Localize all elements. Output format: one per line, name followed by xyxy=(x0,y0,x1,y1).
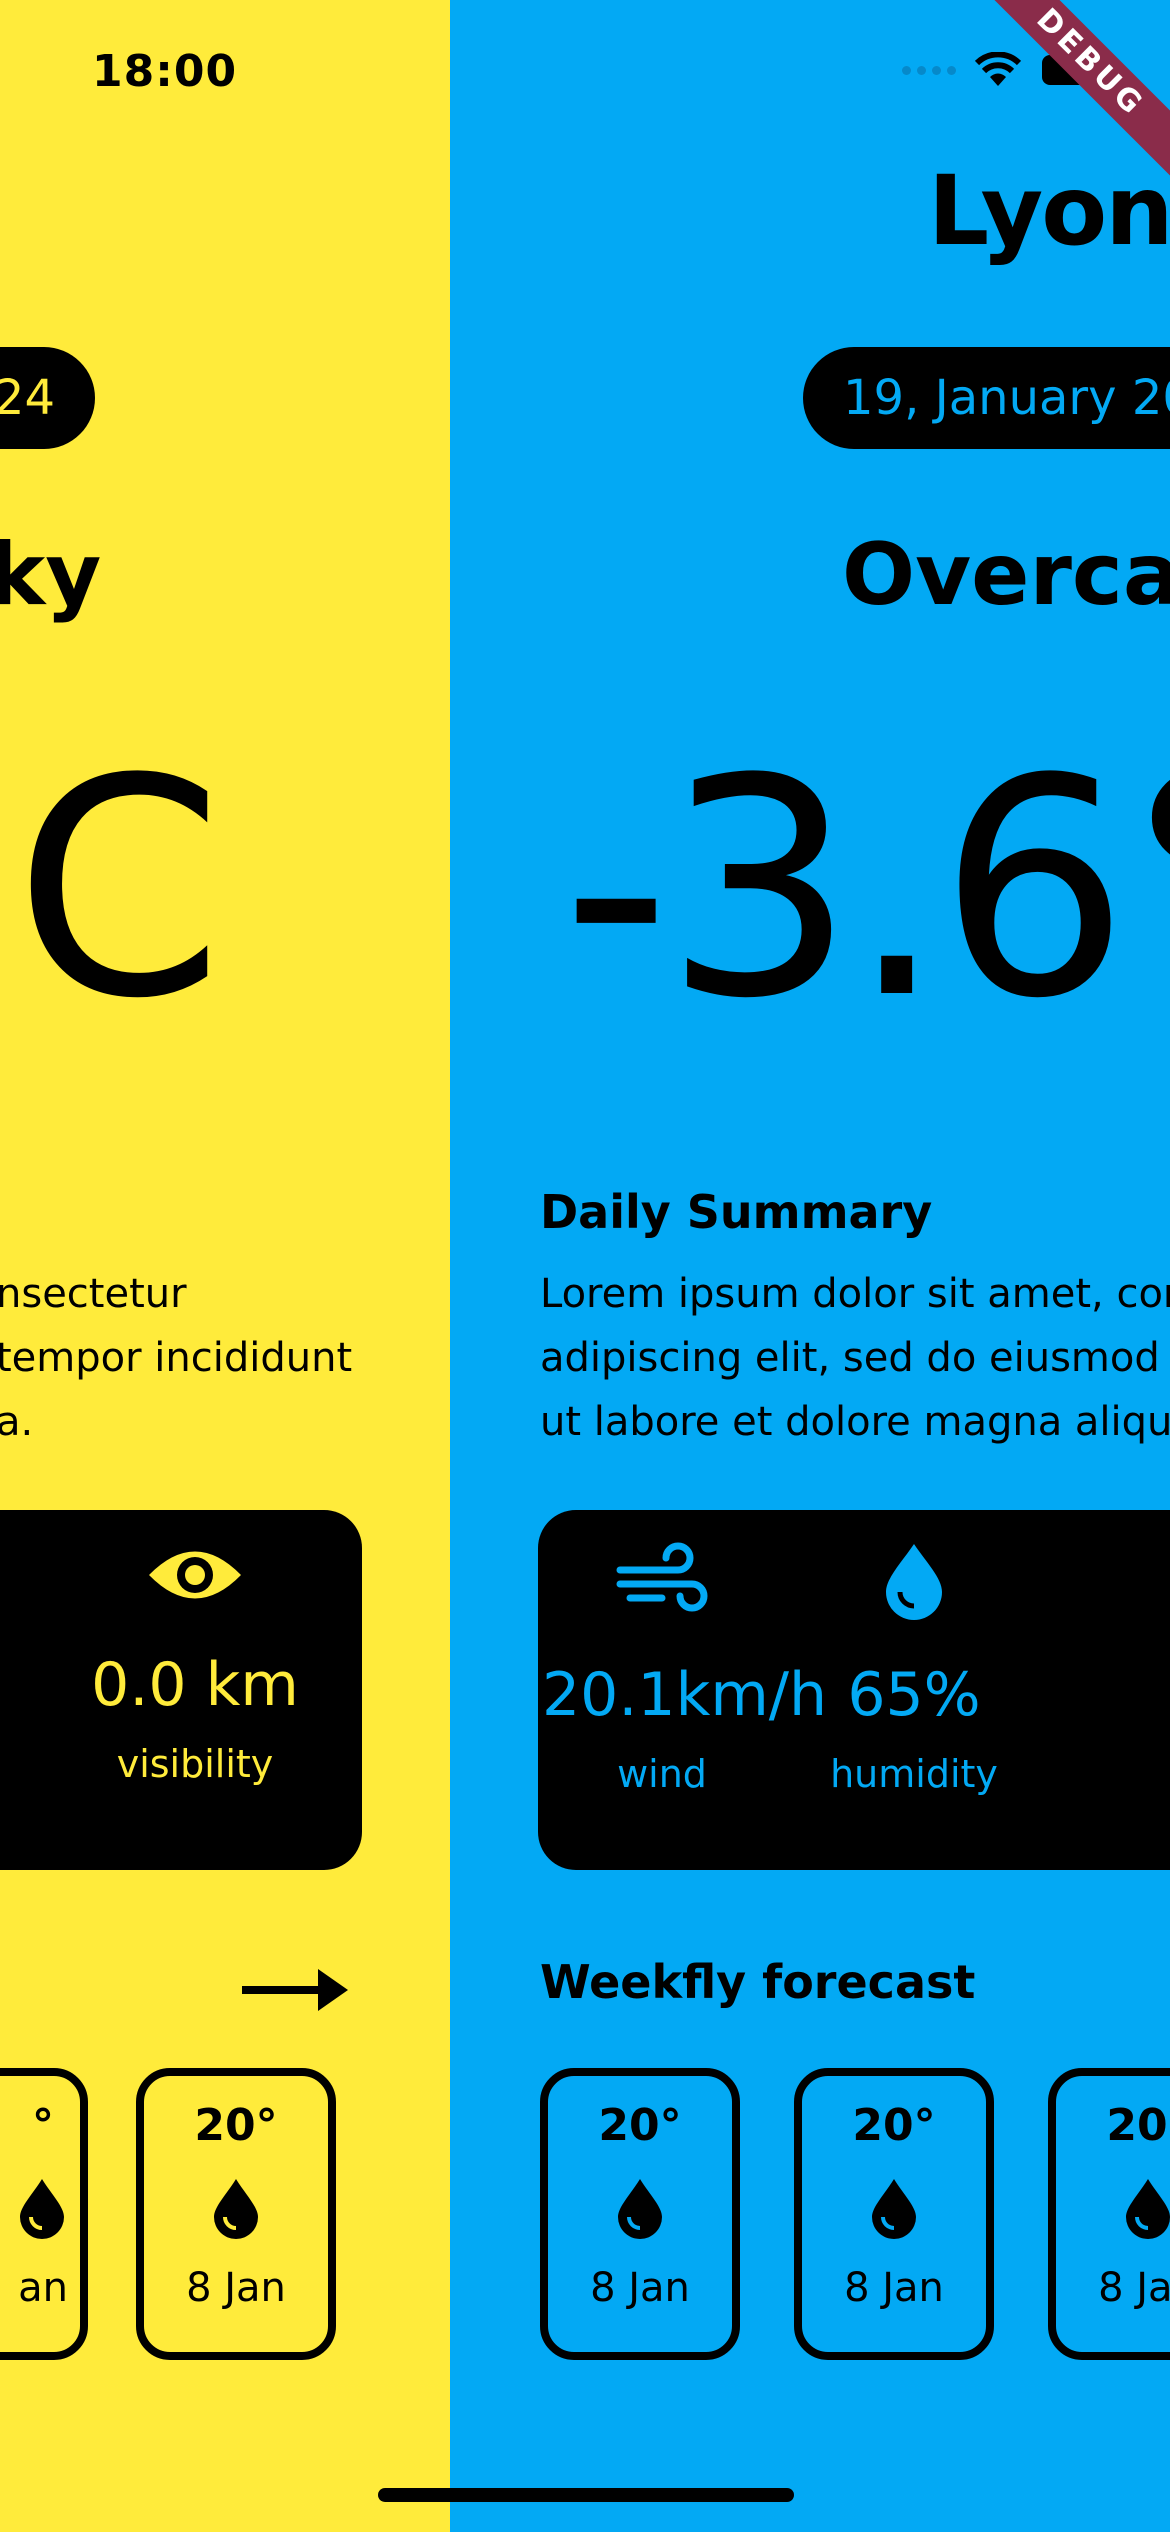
daily-summary-text: Lorem ipsum dolor sit amet, consectetur … xyxy=(540,1271,1170,1445)
day-date: an xyxy=(18,2265,68,2311)
day-date: 8 Jan xyxy=(1098,2265,1170,2311)
stat-label: visibility xyxy=(116,1742,274,1786)
date-text: 24 xyxy=(0,370,55,426)
day-date: 8 Jan xyxy=(186,2265,286,2311)
stat-label: wind xyxy=(617,1752,707,1796)
weather-page-current[interactable]: DEBUG Lyon 19, January 2024 Overcast -3.… xyxy=(450,0,1170,2532)
water-drop-icon xyxy=(20,2179,64,2239)
forecast-day-card[interactable]: 20° 8 Jan xyxy=(1048,2068,1170,2360)
stats-card: 20.1km/h wind 65% humidity xyxy=(538,1510,1170,1870)
eye-icon xyxy=(149,1551,241,1599)
stat-value: 65% xyxy=(847,1660,981,1730)
stat-label: humidity xyxy=(830,1752,998,1796)
wifi-icon xyxy=(974,52,1022,86)
day-temp: 20° xyxy=(194,2100,278,2151)
status-time: 18:00 xyxy=(92,46,238,97)
wind-icon xyxy=(616,1542,708,1612)
daily-summary-text: nsectetur tempor incididunt a. xyxy=(0,1271,353,1445)
water-drop-icon xyxy=(214,2179,258,2239)
day-temp: 20° xyxy=(598,2100,682,2151)
stat-wind: 20.1km/h wind xyxy=(542,1540,828,1796)
day-date: 8 Jan xyxy=(844,2265,944,2311)
water-drop-icon xyxy=(886,1544,942,1620)
forecast-day-card[interactable]: 20° 8 Jan xyxy=(794,2068,994,2360)
day-temp: ° xyxy=(32,2100,54,2151)
forecast-day-card[interactable]: 20° 8 Jan xyxy=(540,2068,740,2360)
home-indicator[interactable] xyxy=(378,2488,794,2502)
weather-condition: ky xyxy=(0,525,102,625)
date-text: 19, January 2024 xyxy=(843,370,1170,426)
date-pill: 19, January 2024 xyxy=(803,347,1170,449)
stat-value: 20.1km/h xyxy=(542,1660,828,1730)
city-name: Lyon xyxy=(928,155,1170,267)
temperature: -3.6° xyxy=(562,715,1170,1064)
weekly-forecast-title: Weekfly forecast xyxy=(540,1955,976,2009)
date-pill: 24 xyxy=(0,347,95,449)
weather-page-previous[interactable]: 18:00 24 ky °C nsectetur tempor incididu… xyxy=(0,0,450,2532)
temperature: °C xyxy=(0,715,223,1064)
forecast-day-card[interactable]: ° an xyxy=(0,2068,88,2360)
daily-summary-title: Daily Summary xyxy=(540,1185,933,1239)
day-date: 8 Jan xyxy=(590,2265,690,2311)
day-temp: 20° xyxy=(852,2100,936,2151)
day-temp: 20° xyxy=(1106,2100,1170,2151)
arrow-right-icon[interactable] xyxy=(240,1965,350,2015)
water-drop-icon xyxy=(618,2179,662,2239)
water-drop-icon xyxy=(872,2179,916,2239)
water-drop-icon xyxy=(1126,2179,1170,2239)
stats-card: 0.0 km visibility xyxy=(0,1510,362,1870)
weather-condition: Overcast xyxy=(842,525,1170,625)
cellular-icon xyxy=(902,65,956,75)
stat-value: 0.0 km xyxy=(91,1650,299,1720)
stat-humidity: 65% humidity xyxy=(794,1540,1034,1796)
stat-visibility: 0.0 km visibility xyxy=(75,1540,315,1786)
forecast-day-card[interactable]: 20° 8 Jan xyxy=(136,2068,336,2360)
